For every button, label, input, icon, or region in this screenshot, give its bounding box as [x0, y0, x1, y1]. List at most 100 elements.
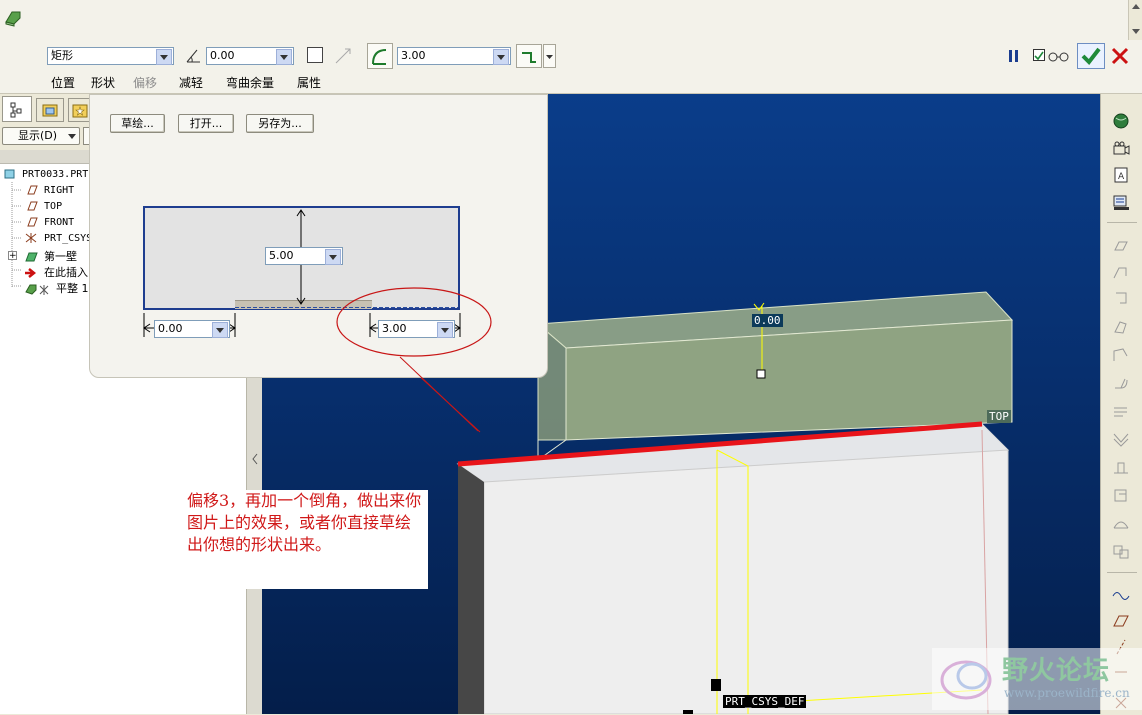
folder-browser-tab[interactable] — [36, 98, 64, 122]
tab-bend-allowance[interactable]: 弯曲余量 — [226, 74, 274, 91]
offset-angle-icon[interactable] — [184, 46, 204, 66]
part-icon — [4, 169, 15, 179]
flatten-icon[interactable] — [1111, 542, 1131, 560]
tree-item-label: 在此插入 — [44, 266, 89, 279]
corner-relief-icon[interactable] — [1111, 458, 1131, 476]
tree-item-part[interactable]: PRT0033.PRT — [4, 168, 88, 180]
forum-watermark: 野火论坛 www.proewildfire.cn — [932, 648, 1142, 710]
unbend-icon[interactable] — [1111, 402, 1131, 420]
tree-item-top[interactable]: TOP — [24, 200, 62, 212]
tree-item-insert-here[interactable]: 在此插入 — [24, 264, 88, 280]
toolbar-separator — [1107, 572, 1137, 573]
dimension-label[interactable]: 0.00 — [752, 314, 783, 327]
collapse-arrow-icon[interactable] — [250, 452, 260, 466]
favorites-tab[interactable] — [68, 98, 90, 122]
bend-back-icon[interactable] — [1111, 430, 1131, 448]
toolbar-separator — [1107, 222, 1137, 223]
forum-logo-icon — [940, 660, 992, 700]
datum-plane-icon — [27, 185, 38, 195]
tree-item-label: RIGHT — [44, 185, 75, 196]
twist-wall-icon[interactable] — [1111, 318, 1131, 336]
unattached-wall-icon[interactable] — [1111, 236, 1131, 254]
csys-label[interactable]: PRT_CSYS_DEF — [723, 695, 807, 708]
confirm-button[interactable] — [1077, 43, 1105, 69]
watermark-title: 野火论坛 — [1002, 656, 1111, 686]
pause-icon[interactable] — [1006, 48, 1022, 64]
insert-arrow-icon — [25, 268, 37, 278]
flat-wall-feature-icon — [25, 284, 49, 295]
save-as-button[interactable]: 另存为... — [246, 114, 314, 133]
tree-item-csys[interactable]: PRT_CSYS — [24, 232, 90, 244]
thicken-icon[interactable] — [307, 47, 323, 63]
datum-plane-tool-icon[interactable] — [1111, 612, 1131, 630]
coordinate-system-icon — [25, 233, 37, 243]
display-menu-button[interactable]: 显示(D) — [2, 127, 80, 145]
chevron-down-icon[interactable] — [276, 49, 292, 65]
right-feature-toolbar: A — [1100, 94, 1142, 714]
chevron-down-icon[interactable] — [543, 44, 556, 68]
tree-item-right[interactable]: RIGHT — [24, 184, 74, 196]
length-value: 3.00 — [401, 49, 426, 62]
svg-text:A: A — [1118, 172, 1125, 182]
feature-dashboard: 矩形 0.00 3.00 位置 形状 偏移 减轻 弯曲余量 属性 — [0, 0, 1142, 94]
flip-side-icon[interactable] — [333, 46, 353, 66]
tree-item-flat[interactable]: 平整 1 — [24, 280, 89, 296]
dashboard-scroll[interactable] — [1128, 0, 1142, 40]
tree-item-label: 第一壁 — [44, 250, 78, 263]
chevron-down-icon[interactable] — [156, 49, 172, 65]
drag-handle[interactable] — [756, 369, 766, 379]
glasses-icon[interactable] — [1047, 48, 1071, 64]
shape-type-value: 矩形 — [51, 49, 73, 62]
model-tree-tab[interactable] — [2, 96, 32, 122]
tree-item-label: 平整 1 — [56, 282, 89, 295]
flange-wall-icon[interactable] — [1111, 264, 1131, 282]
flat-wall-icon[interactable] — [1111, 290, 1131, 308]
open-button[interactable]: 打开... — [178, 114, 234, 133]
left-offset-input[interactable]: 0.00 — [154, 320, 230, 338]
globe-icon[interactable] — [1111, 112, 1131, 130]
chevron-down-icon[interactable] — [212, 322, 228, 338]
tree-item-label: TOP — [44, 201, 63, 212]
tree-item-first-wall[interactable]: 第一壁 — [24, 248, 77, 264]
tree-item-label: FRONT — [44, 217, 75, 228]
tab-shape[interactable]: 形状 — [91, 74, 115, 91]
wall-feature-icon — [25, 252, 38, 262]
tab-offset[interactable]: 偏移 — [133, 74, 157, 91]
tab-relief[interactable]: 减轻 — [179, 74, 203, 91]
sketch-button[interactable]: 草绘... — [110, 114, 165, 133]
tab-placement[interactable]: 位置 — [51, 74, 75, 91]
cut-icon[interactable] — [1111, 486, 1131, 504]
chevron-down-icon[interactable] — [493, 49, 509, 65]
annotation-icon[interactable]: A — [1111, 166, 1131, 184]
height-value: 5.00 — [269, 249, 294, 262]
bend-icon[interactable] — [1111, 374, 1131, 392]
datum-curve-icon[interactable] — [1111, 586, 1131, 604]
cancel-button[interactable] — [1110, 46, 1130, 66]
tab-properties[interactable]: 属性 — [297, 74, 321, 91]
csys-marker — [683, 710, 693, 714]
length-value-input[interactable]: 3.00 — [397, 47, 511, 65]
watermark-url: www.proewildfire.cn — [1004, 686, 1130, 700]
top-plane-label[interactable]: TOP — [987, 410, 1011, 423]
chevron-down-icon[interactable] — [325, 249, 341, 265]
preview-checkbox[interactable] — [1033, 49, 1045, 61]
display-menu-label: 显示(D) — [18, 129, 58, 142]
offset-value-input[interactable]: 0.00 — [206, 47, 294, 65]
expand-toggle[interactable]: + — [8, 251, 17, 261]
annotation-note: 偏移3，再加一个倒角，做出来你图片上的效果，或者你直接草绘出你想的形状出来。 — [183, 490, 428, 589]
camera-icon[interactable] — [1111, 140, 1131, 158]
csys-marker — [711, 679, 721, 691]
sheetmetal-feature-icon — [2, 6, 24, 28]
annotation-highlight — [336, 287, 492, 432]
tree-item-front[interactable]: FRONT — [24, 216, 74, 228]
shape-type-select[interactable]: 矩形 — [47, 47, 174, 65]
form-icon[interactable] — [1111, 514, 1131, 532]
bend-option-icon[interactable] — [516, 44, 542, 68]
left-offset-value: 0.00 — [158, 322, 183, 335]
bend-radius-icon[interactable] — [367, 43, 393, 69]
chevron-down-icon — [68, 134, 76, 139]
annotation-text: 偏移3，再加一个倒角，做出来你图片上的效果，或者你直接草绘出你想的形状出来。 — [187, 491, 422, 554]
extend-wall-icon[interactable] — [1111, 346, 1131, 364]
height-value-input[interactable]: 5.00 — [265, 247, 343, 265]
display-settings-icon[interactable] — [1111, 194, 1131, 212]
